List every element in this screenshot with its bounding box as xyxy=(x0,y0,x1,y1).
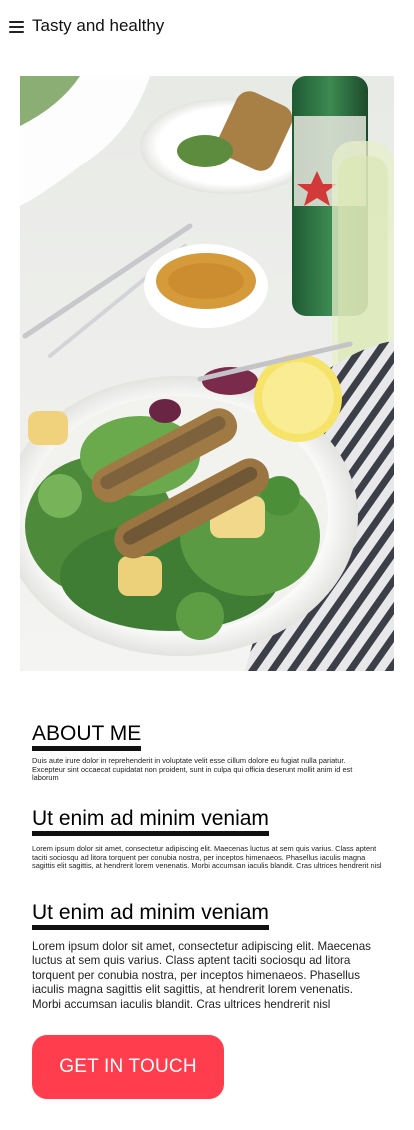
section-1-heading: Ut enim ad minim veniam xyxy=(32,807,269,836)
about-heading-text: ABOUT ME xyxy=(32,722,142,745)
about-section: ABOUT ME Duis aute irure dolor in repreh… xyxy=(32,722,388,783)
section-2-body: Lorem ipsum dolor sit amet, consectetur … xyxy=(32,940,371,1011)
hamburger-menu-icon[interactable] xyxy=(8,19,26,35)
heading-underline xyxy=(32,746,142,751)
heading-underline xyxy=(32,925,269,930)
app-title: Tasty and healthy xyxy=(32,16,165,35)
about-heading: ABOUT ME xyxy=(32,722,142,751)
section-2-heading: Ut enim ad minim veniam xyxy=(32,901,269,930)
heading-underline xyxy=(32,831,269,836)
section-2-heading-text: Ut enim ad minim veniam xyxy=(32,901,269,924)
get-in-touch-button[interactable]: GET IN TOUCH xyxy=(32,1035,224,1099)
top-bar: Tasty and healthy xyxy=(0,0,414,54)
content-section-1: Ut enim ad minim veniam Lorem ipsum dolo… xyxy=(32,807,388,871)
get-in-touch-label: GET IN TOUCH xyxy=(59,1056,197,1077)
section-1-body: Lorem ipsum dolor sit amet, consectetur … xyxy=(32,844,382,871)
about-body: Duis aute irure dolor in reprehenderit i… xyxy=(32,756,353,783)
content-section-2: Ut enim ad minim veniam Lorem ipsum dolo… xyxy=(32,901,388,1012)
section-1-heading-text: Ut enim ad minim veniam xyxy=(32,807,269,830)
hero-image xyxy=(20,76,394,671)
